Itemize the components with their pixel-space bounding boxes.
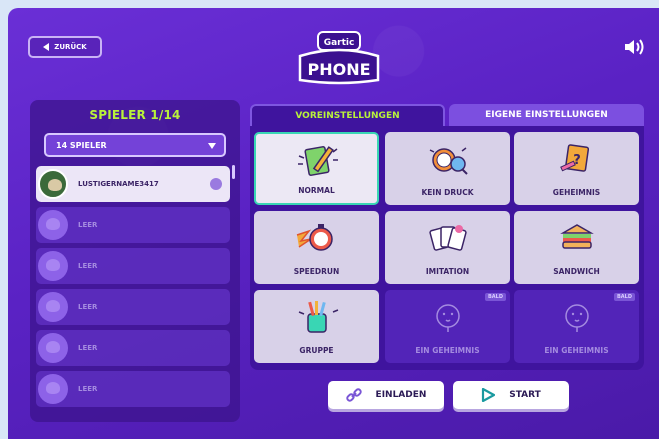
gartic-phone-logo: Gartic PHONE bbox=[298, 31, 380, 85]
empty-avatar bbox=[38, 251, 68, 281]
mode-label: SPEEDRUN bbox=[293, 267, 340, 276]
player-count-value: 14 SPIELER bbox=[56, 140, 107, 150]
tab-custom-settings[interactable]: EIGENE EINSTELLUNGEN bbox=[449, 104, 644, 126]
player-name: LUSTIGERNAME3417 bbox=[78, 180, 159, 188]
mode-label: EIN GEHEIMNIS bbox=[544, 346, 609, 355]
players-title: SPIELER 1/14 bbox=[89, 108, 181, 122]
mode-speedrun[interactable]: SPEEDRUN bbox=[254, 211, 379, 284]
empty-avatar bbox=[38, 374, 68, 404]
secret-card-icon: ? bbox=[559, 144, 589, 172]
player-slot-empty: LEER bbox=[36, 330, 230, 366]
sandwich-icon bbox=[559, 224, 594, 249]
stopwatch-icon bbox=[296, 224, 333, 251]
alarm-clock-icon bbox=[429, 147, 468, 175]
player-name: LEER bbox=[78, 221, 98, 229]
back-button-label: ZURÜCK bbox=[54, 43, 87, 51]
mode-no-pressure[interactable]: KEIN DRUCK bbox=[385, 132, 510, 205]
back-button[interactable]: ZURÜCK bbox=[28, 36, 102, 58]
mode-label: SANDWICH bbox=[553, 267, 600, 276]
pencil-notepad-icon bbox=[297, 146, 338, 176]
crown-icon bbox=[210, 178, 222, 190]
mystery-face-icon bbox=[435, 304, 460, 332]
back-arrow-icon bbox=[43, 43, 50, 51]
players-panel: SPIELER 1/14 14 SPIELER LUSTIGERNAME3417… bbox=[30, 100, 240, 422]
invite-button[interactable]: EINLADEN bbox=[328, 381, 444, 409]
mode-grid: NORMAL KEIN DRUCK ? GEHEIMNIS SPEEDRUN I… bbox=[250, 126, 644, 370]
cards-icon bbox=[428, 225, 467, 251]
mode-normal[interactable]: NORMAL bbox=[254, 132, 379, 205]
svg-text:Gartic: Gartic bbox=[324, 38, 355, 48]
start-button[interactable]: START bbox=[453, 381, 569, 409]
mode-sandwich[interactable]: SANDWICH bbox=[514, 211, 639, 284]
mode-imitation[interactable]: IMITATION bbox=[385, 211, 510, 284]
tab-presets[interactable]: VOREINSTELLUNGEN bbox=[250, 104, 445, 126]
scrollbar-thumb[interactable] bbox=[232, 165, 235, 179]
player-slot-empty: LEER bbox=[36, 207, 230, 243]
pencil-cup-icon bbox=[298, 301, 338, 333]
player-slot-empty: LEER bbox=[36, 371, 230, 407]
play-icon bbox=[482, 388, 496, 402]
mode-locked-secret: BALD EIN GEHEIMNIS bbox=[514, 290, 639, 363]
player-slot-self: LUSTIGERNAME3417 bbox=[36, 166, 230, 202]
player-name: LEER bbox=[78, 303, 98, 311]
mode-secret[interactable]: ? GEHEIMNIS bbox=[514, 132, 639, 205]
sound-icon[interactable] bbox=[623, 38, 645, 56]
invite-label: EINLADEN bbox=[375, 390, 427, 400]
link-icon bbox=[345, 388, 362, 402]
start-label: START bbox=[509, 390, 541, 400]
mode-label: NORMAL bbox=[298, 186, 335, 195]
player-list: LUSTIGERNAME3417 LEER LEER LEER LEER LEE… bbox=[36, 166, 230, 412]
svg-text:PHONE: PHONE bbox=[307, 60, 370, 79]
empty-avatar bbox=[38, 292, 68, 322]
mode-label: IMITATION bbox=[425, 267, 470, 276]
player-slot-empty: LEER bbox=[36, 289, 230, 325]
mystery-face-icon bbox=[564, 304, 589, 332]
mode-group[interactable]: GRUPPE bbox=[254, 290, 379, 363]
coming-soon-badge: BALD bbox=[484, 293, 506, 301]
player-name: LEER bbox=[78, 344, 98, 352]
player-count-select[interactable]: 14 SPIELER bbox=[44, 133, 226, 157]
mode-label: GRUPPE bbox=[299, 346, 334, 355]
mode-label: EIN GEHEIMNIS bbox=[415, 346, 480, 355]
mode-label: GEHEIMNIS bbox=[552, 188, 601, 197]
mode-locked-secret: BALD EIN GEHEIMNIS bbox=[385, 290, 510, 363]
player-name: LEER bbox=[78, 385, 98, 393]
coming-soon-badge: BALD bbox=[613, 293, 635, 301]
player-slot-empty: LEER bbox=[36, 248, 230, 284]
avatar bbox=[38, 169, 68, 199]
chevron-down-icon bbox=[208, 143, 216, 149]
player-name: LEER bbox=[78, 262, 98, 270]
empty-avatar bbox=[38, 333, 68, 363]
empty-avatar bbox=[38, 210, 68, 240]
mode-label: KEIN DRUCK bbox=[421, 188, 474, 197]
